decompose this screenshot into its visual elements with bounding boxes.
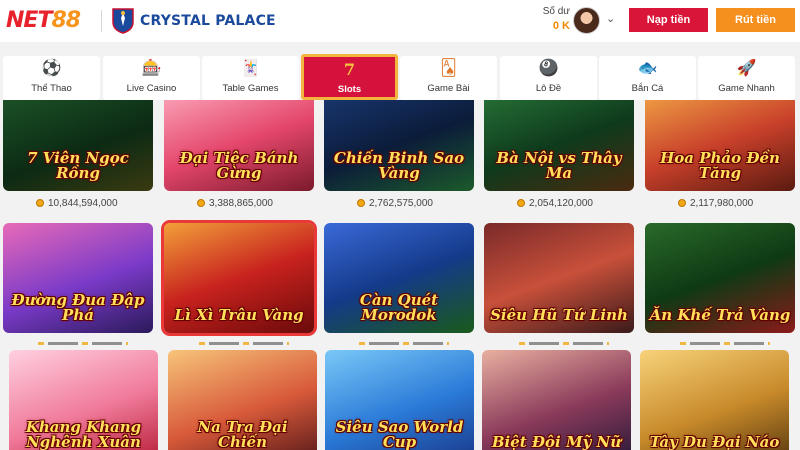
rocket-icon: 🚀 <box>736 60 757 77</box>
jackpot-amount: 3,388,865,000 <box>197 196 273 210</box>
poker-chip-icon: 🎰 <box>141 60 162 77</box>
coin-icon <box>357 199 365 207</box>
tab-live-casino[interactable]: 🎰 Live Casino <box>103 56 200 100</box>
top-header: NET88 CRYSTAL PALACE Số dư 0 K ⌄ Nạp tiề… <box>0 0 800 42</box>
deposit-button[interactable]: Nạp tiền <box>629 8 708 32</box>
game-title: Khang Khang Nghênh Xuân <box>25 418 142 450</box>
card-hand-icon: 🂡 <box>440 60 457 77</box>
balance-value: 0 K <box>552 20 570 32</box>
jackpot-amount-clipped <box>680 340 770 346</box>
jackpot-amount-clipped <box>199 340 289 346</box>
game-grid: 7 Viên Ngọc Rồng 10,844,594,000 Đại Tiệc B… <box>0 100 800 450</box>
jackpot-value: 2,762,575,000 <box>369 197 433 209</box>
game-title: Siêu Sao World Cup <box>335 418 464 450</box>
tab-bắn-cá[interactable]: 🐟 Bắn Cá <box>599 56 696 100</box>
lottery-ball-icon: 🎱 <box>538 60 559 77</box>
game-title: Na Tra Đại Chiến <box>197 418 288 450</box>
coin-icon <box>678 199 686 207</box>
fish-icon: 🐟 <box>637 60 658 77</box>
game-tile[interactable]: Biệt Đội Mỹ Nữ <box>482 350 631 450</box>
jackpot-clipped-row <box>359 342 449 345</box>
game-title: Tây Du Đại Náo <box>649 433 780 450</box>
jackpot-clipped-row <box>680 342 770 345</box>
game-title: Đại Tiệc Bánh Gừng <box>179 149 299 182</box>
tab-label: Bắn Cá <box>631 83 664 94</box>
jackpot-value: 10,844,594,000 <box>48 197 118 209</box>
game-tile[interactable]: Na Tra Đại Chiến <box>168 350 317 450</box>
jackpot-clipped-row <box>38 342 128 345</box>
game-tile[interactable]: Bà Nội vs Thây Ma <box>484 100 634 191</box>
tab-lô-đề[interactable]: 🎱 Lô Đề <box>500 56 597 100</box>
tab-label: Thể Thao <box>31 83 72 94</box>
game-title: Chiến Binh Sao Vàng <box>333 149 465 182</box>
game-title: Càn Quét Morodok <box>359 291 439 324</box>
soccer-ball-icon: ⚽ <box>41 60 62 77</box>
game-title: Đường Đua Đập Phá <box>11 291 145 324</box>
tab-label: Lô Đề <box>535 83 562 94</box>
game-tile[interactable]: Càn Quét Morodok <box>324 223 474 333</box>
tab-thể-thao[interactable]: ⚽ Thể Thao <box>3 56 100 100</box>
tab-label: Game Nhanh <box>718 83 775 94</box>
jackpot-value: 2,054,120,000 <box>529 197 593 209</box>
game-tile[interactable]: Tây Du Đại Náo <box>640 350 789 450</box>
jackpot-amount-clipped <box>519 340 609 346</box>
tab-label: Slots <box>337 84 362 95</box>
game-title: Biệt Đội Mỹ Nữ <box>491 433 622 450</box>
tab-table-games[interactable]: 🃏 Table Games <box>202 56 299 100</box>
jackpot-amount-clipped <box>359 340 449 346</box>
lucky-seven-icon: 7 <box>343 60 356 79</box>
logo-accent-text: 88 <box>51 8 81 33</box>
jackpot-amount: 2,117,980,000 <box>678 196 753 210</box>
jackpot-amount-clipped <box>38 340 128 346</box>
jackpot-value: 2,117,980,000 <box>690 197 754 209</box>
tab-label: Game Bài <box>427 83 470 94</box>
game-title: 7 Viên Ngọc Rồng <box>27 149 129 182</box>
game-title: Hoa Phảo Đền Tăng <box>660 149 780 182</box>
withdraw-button[interactable]: Rút tiền <box>716 8 795 32</box>
game-tile[interactable]: 7 Viên Ngọc Rồng <box>3 100 153 191</box>
game-tile[interactable]: Hoa Phảo Đền Tăng <box>645 100 795 191</box>
tab-label: Live Casino <box>126 83 177 94</box>
jackpot-clipped-row <box>519 342 609 345</box>
partner-brand: CRYSTAL PALACE <box>112 8 276 34</box>
jackpot-value: 3,388,865,000 <box>209 197 273 209</box>
header-divider <box>101 10 102 32</box>
jackpot-clipped-row <box>199 342 289 345</box>
game-tile[interactable]: Ăn Khế Trả Vàng <box>645 223 795 333</box>
cards-icon: 🃏 <box>240 60 261 77</box>
logo-main-text: NET <box>6 8 52 33</box>
net88-logo[interactable]: NET88 <box>6 8 81 33</box>
game-title: Bà Nội vs Thây Ma <box>496 149 622 182</box>
jackpot-amount: 2,762,575,000 <box>357 196 433 210</box>
game-tile[interactable]: Đại Tiệc Bánh Gừng <box>164 100 314 191</box>
game-title: Lì Xì Trâu Vàng <box>174 306 304 324</box>
game-title: Ăn Khế Trả Vàng <box>649 306 791 324</box>
game-tile[interactable]: Siêu Hũ Tứ Linh <box>484 223 634 333</box>
game-tile[interactable]: Khang Khang Nghênh Xuân <box>9 350 158 450</box>
game-tile[interactable]: Đường Đua Đập Phá <box>3 223 153 333</box>
jackpot-amount: 2,054,120,000 <box>517 196 593 210</box>
partner-name: CRYSTAL PALACE <box>140 13 276 29</box>
balance-display: Số dư 0 K <box>538 6 570 32</box>
game-tile[interactable]: Chiến Binh Sao Vàng <box>324 100 474 191</box>
game-title: Siêu Hũ Tứ Linh <box>490 306 628 324</box>
coin-icon <box>517 199 525 207</box>
tab-label: Table Games <box>222 83 279 94</box>
user-avatar[interactable] <box>573 7 600 34</box>
tab-game-bài[interactable]: 🂡 Game Bài <box>400 56 497 100</box>
jackpot-amount: 10,844,594,000 <box>36 196 118 210</box>
crystal-palace-crest-icon <box>112 8 134 34</box>
category-tabs: ⚽ Thể Thao 🎰 Live Casino 🃏 Table Games 7 Slots 🂡… <box>0 54 800 100</box>
game-tile[interactable]: Siêu Sao World Cup <box>325 350 474 450</box>
balance-label: Số dư <box>542 6 570 17</box>
tab-slots[interactable]: 7 Slots <box>301 54 398 100</box>
tab-game-nhanh[interactable]: 🚀 Game Nhanh <box>698 56 795 100</box>
coin-icon <box>197 199 205 207</box>
coin-icon <box>36 199 44 207</box>
game-tile[interactable]: Lì Xì Trâu Vàng <box>161 220 317 336</box>
chevron-down-icon[interactable]: ⌄ <box>606 12 615 25</box>
